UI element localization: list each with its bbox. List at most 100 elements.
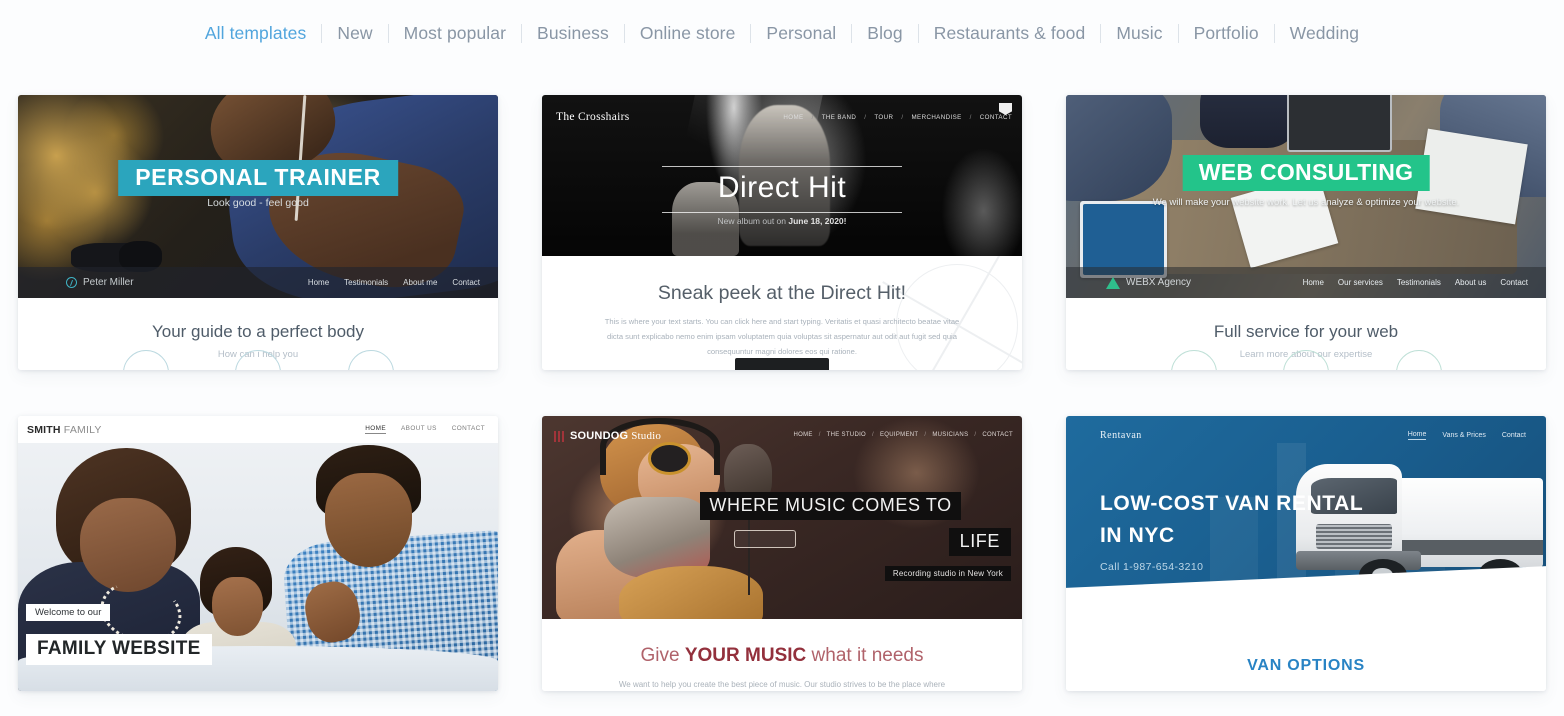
hero-image: Welcome to our FAMILY WEBSITE [18, 443, 498, 691]
site-nav-home: HOME [365, 425, 387, 434]
body-title: Sneak peek at the Direct Hit! [657, 282, 907, 304]
body-title: Give YOUR MUSIC what it needs [542, 645, 1022, 667]
hero-image: Rentavan Home Vans & Prices Contact LOW-… [1066, 416, 1546, 609]
site-logo-text: WEBX Agency [1126, 277, 1192, 288]
template-grid: PERSONAL TRAINER Look good - feel good P… [0, 62, 1564, 691]
template-card-web-consulting[interactable]: WEB CONSULTING We will make your website… [1066, 95, 1546, 370]
site-nav-home: Home [307, 278, 330, 287]
hero-subtitle: We will make your website work. Let us a… [1152, 197, 1460, 208]
site-nav-links: HOME / THE BAND / TOUR / MERCHANDISE / C… [783, 114, 1012, 121]
site-nav-links: Home Testimonials About me Contact [308, 278, 480, 287]
decor-shape [80, 497, 177, 592]
decor-shape [325, 472, 412, 567]
site-logo-text: Rentavan [1100, 430, 1142, 441]
hero-title: PERSONAL TRAINER [118, 160, 398, 196]
decor-shape [734, 529, 797, 548]
site-nav-contact: CONTACT [979, 114, 1012, 121]
site-nav-our-services: Our services [1337, 278, 1383, 287]
nav-slash: / [969, 114, 972, 121]
category-personal[interactable]: Personal [751, 23, 851, 44]
triangle-icon [1106, 276, 1120, 289]
site-navbar: Peter Miller Home Testimonials About me … [18, 267, 498, 298]
category-all-templates[interactable]: All templates [190, 23, 321, 44]
category-online-store[interactable]: Online store [625, 23, 751, 44]
site-logo-text-bold: SOUNDOG [570, 430, 629, 442]
category-most-popular[interactable]: Most popular [389, 23, 521, 44]
site-nav-about-us: About us [1454, 278, 1487, 287]
template-card-the-crosshairs[interactable]: The Crosshairs HOME / THE BAND / TOUR / … [542, 95, 1022, 370]
circle-icon [122, 350, 169, 370]
hero-banner-line-3: Recording studio in New York [884, 566, 1011, 581]
template-thumbnail: The Crosshairs HOME / THE BAND / TOUR / … [542, 95, 1022, 370]
template-card-soundog-studio[interactable]: SOUNDOG Studio HOME / THE STUDIO / EQUIP… [542, 416, 1022, 691]
body-title: Full service for your web [1213, 322, 1399, 341]
site-nav-links: Home Our services Testimonials About us … [1303, 278, 1528, 287]
nav-slash: / [818, 432, 821, 438]
hero-phone: Call 1-987-654-3210 [1100, 561, 1204, 573]
template-category-nav[interactable]: All templates New Most popular Business … [0, 0, 1564, 62]
circle-icon [235, 350, 281, 370]
site-nav-equipment: EQUIPMENT [879, 432, 919, 438]
category-wedding[interactable]: Wedding [1275, 23, 1374, 44]
site-nav-the-studio: THE STUDIO [826, 432, 867, 438]
site-nav-home: HOME [793, 432, 813, 438]
nav-slash: / [872, 432, 874, 438]
category-portfolio[interactable]: Portfolio [1179, 23, 1274, 44]
hero-body: VAN OPTIONS [1066, 609, 1546, 691]
nav-slash: / [924, 432, 927, 438]
hero-title: WEB CONSULTING [1182, 155, 1430, 191]
body-title: Your guide to a perfect body [151, 322, 365, 341]
template-thumbnail: PERSONAL TRAINER Look good - feel good P… [18, 95, 498, 370]
decor-shape [1358, 558, 1407, 592]
hero-album-note: New album out on June 18, 2020! [718, 216, 847, 226]
hero-image: The Crosshairs HOME / THE BAND / TOUR / … [542, 95, 1022, 256]
site-logo: SMITH FAMILY [27, 424, 102, 436]
hero-banner-line-2: LIFE [948, 528, 1011, 556]
category-blog[interactable]: Blog [852, 23, 917, 44]
nav-slash: / [974, 432, 977, 438]
hero-body: Your guide to a perfect body How can i h… [18, 298, 498, 370]
site-logo-text-bold: SMITH [27, 423, 61, 436]
site-nav-contact: Contact [452, 278, 480, 287]
hero-image: PERSONAL TRAINER Look good - feel good P… [18, 95, 498, 298]
divider [662, 166, 902, 167]
template-card-rentavan[interactable]: Rentavan Home Vans & Prices Contact LOW-… [1066, 416, 1546, 691]
hero-image: WEB CONSULTING We will make your website… [1066, 95, 1546, 298]
decor-circles [1066, 350, 1546, 370]
overlay-label-large: FAMILY WEBSITE [26, 634, 212, 665]
template-card-personal-trainer[interactable]: PERSONAL TRAINER Look good - feel good P… [18, 95, 498, 370]
site-logo-text-light: Studio [628, 430, 662, 442]
circle-icon [347, 350, 394, 370]
decor-shape [618, 566, 763, 619]
hero-subtitle: Look good - feel good [207, 197, 309, 209]
category-business[interactable]: Business [522, 23, 624, 44]
divider [662, 212, 902, 213]
site-nav-home: Home [1302, 278, 1324, 287]
category-music[interactable]: Music [1101, 23, 1177, 44]
circle-icon [1395, 350, 1442, 370]
body-title-pre: Give [640, 645, 685, 666]
body-title-post: what it needs [806, 645, 924, 666]
category-new[interactable]: New [322, 23, 387, 44]
site-logo-text-light: FAMILY [60, 423, 102, 436]
site-logo-text: Peter Miller [83, 277, 134, 288]
album-date: June 18, 2020! [788, 216, 847, 226]
decor-shape [1415, 128, 1528, 225]
site-nav-about-us: ABOUT US [401, 425, 437, 432]
site-navbar: SMITH FAMILY HOME ABOUT US CONTACT [18, 416, 498, 443]
hero-title-line-1: LOW-COST VAN RENTAL [1100, 492, 1364, 515]
decor-circles [18, 350, 498, 370]
site-logo: Peter Miller [66, 277, 134, 288]
nav-slash: / [864, 114, 867, 121]
category-restaurants-food[interactable]: Restaurants & food [919, 23, 1101, 44]
template-thumbnail: SOUNDOG Studio HOME / THE STUDIO / EQUIP… [542, 416, 1022, 691]
decor-shape [1200, 95, 1297, 148]
template-thumbnail: Rentavan Home Vans & Prices Contact LOW-… [1066, 416, 1546, 691]
site-logo: WEBX Agency [1106, 276, 1192, 289]
body-paragraph: We want to help you create the best piec… [618, 680, 946, 689]
site-nav-contact: CONTACT [451, 425, 485, 432]
template-card-smith-family[interactable]: SMITH FAMILY HOME ABOUT US CONTACT Welco… [18, 416, 498, 691]
site-nav-contact: Contact [1501, 432, 1526, 439]
hero-body: Sneak peek at the Direct Hit! This is wh… [542, 256, 1022, 370]
decor-shape [1286, 95, 1393, 152]
